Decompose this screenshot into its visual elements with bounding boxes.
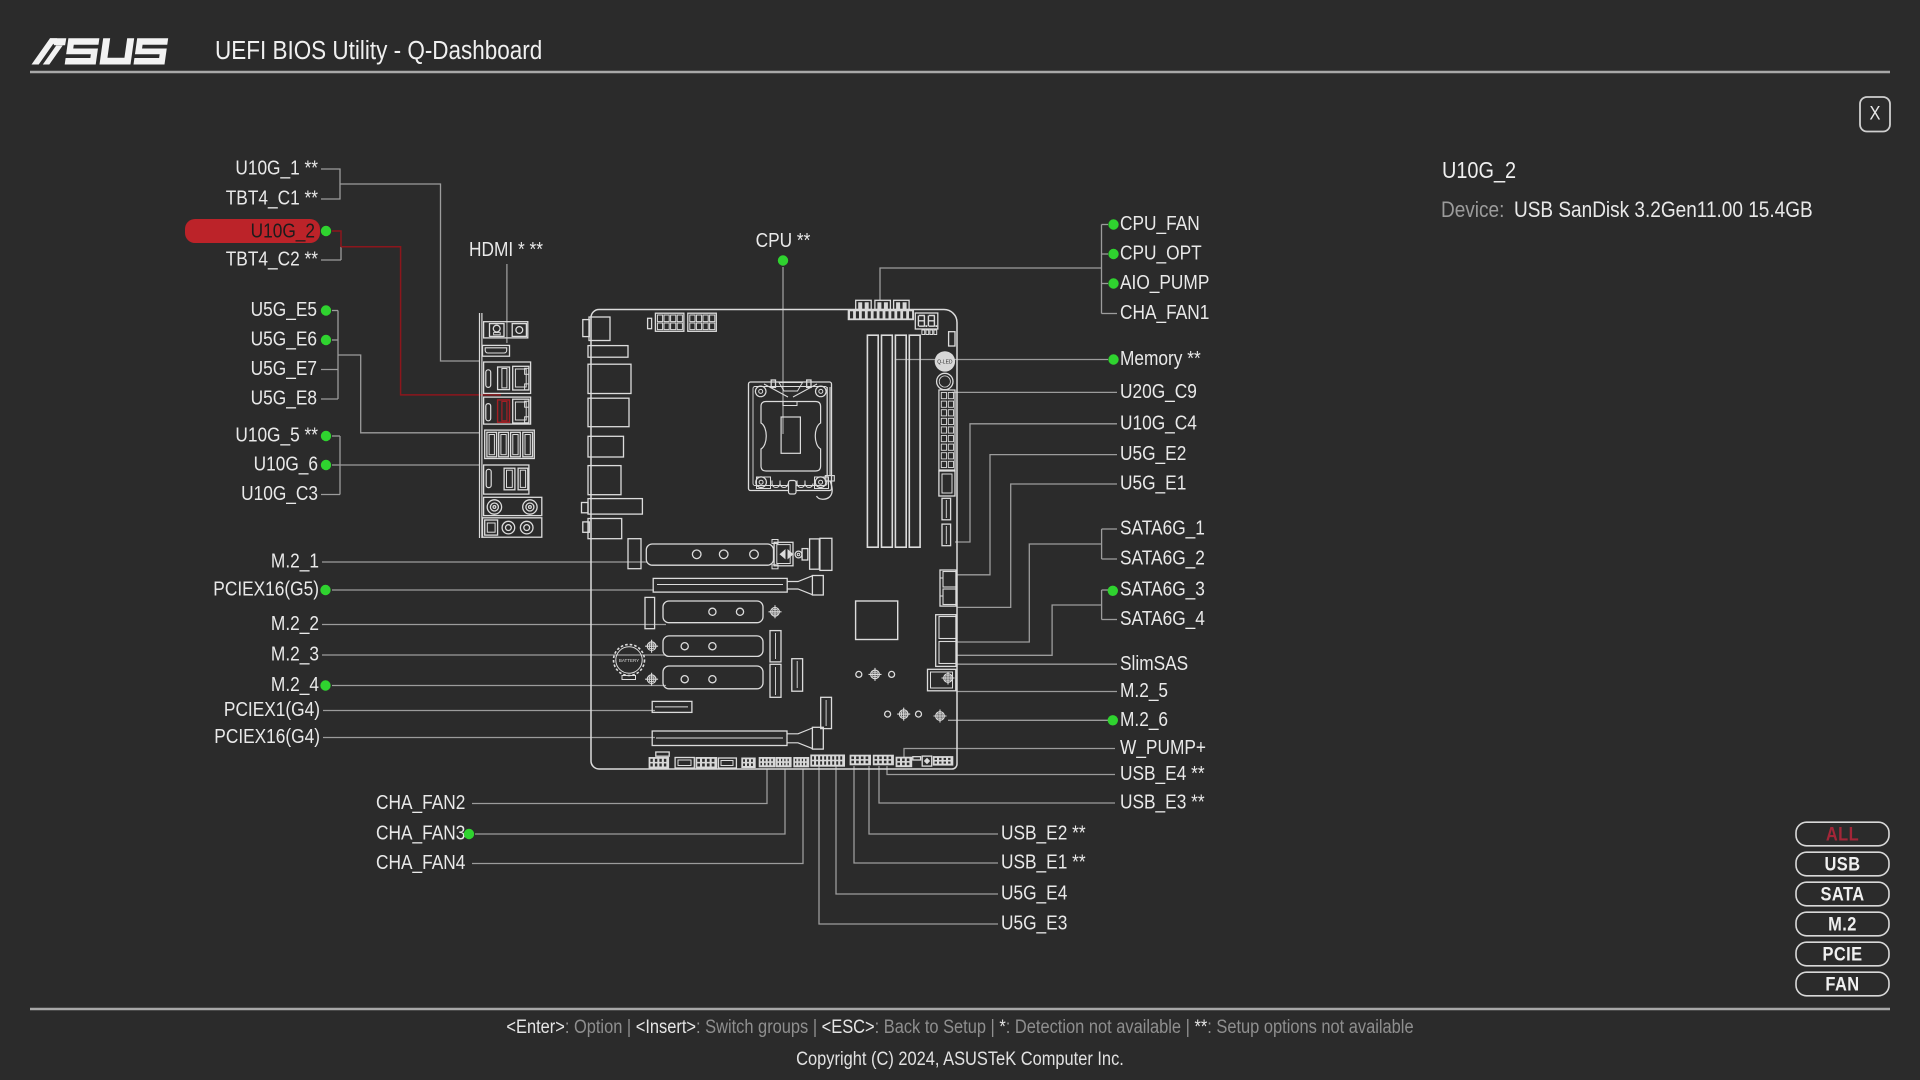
svg-text:M.2_5: M.2_5	[1120, 679, 1168, 703]
svg-text:BATTERY: BATTERY	[619, 658, 639, 663]
svg-text:Copyright (C) 2024, ASUSTeK Co: Copyright (C) 2024, ASUSTeK Computer Inc…	[796, 1048, 1124, 1069]
svg-text:ALL: ALL	[1826, 823, 1859, 844]
svg-text:U5G_E5: U5G_E5	[251, 298, 317, 322]
svg-text:USB_E2 **: USB_E2 **	[1001, 821, 1086, 845]
svg-text:U5G_E4: U5G_E4	[1001, 881, 1067, 905]
svg-text:U10G_5 **: U10G_5 **	[235, 423, 318, 447]
svg-text:M.2_2: M.2_2	[271, 612, 319, 636]
svg-text:U10G_2: U10G_2	[1442, 158, 1516, 184]
svg-text:U10G_6: U10G_6	[254, 452, 318, 476]
svg-text:TBT4_C2 **: TBT4_C2 **	[226, 247, 318, 271]
svg-text:Q-LED: Q-LED	[937, 359, 953, 365]
svg-text:U5G_E2: U5G_E2	[1120, 442, 1186, 466]
svg-text:USB_E3 **: USB_E3 **	[1120, 790, 1205, 814]
svg-text:Device:: Device:	[1441, 198, 1504, 223]
svg-text:U5G_E6: U5G_E6	[251, 327, 317, 351]
svg-text:U5G_E1: U5G_E1	[1120, 471, 1186, 495]
svg-text:CHA_FAN1: CHA_FAN1	[1120, 301, 1209, 325]
svg-text:U5G_E7: U5G_E7	[251, 357, 317, 381]
svg-text:PCIE: PCIE	[1822, 943, 1862, 964]
svg-text:U10G_1 **: U10G_1 **	[235, 156, 318, 180]
svg-text:M.2_6: M.2_6	[1120, 708, 1168, 732]
svg-text:U10G_2: U10G_2	[251, 219, 315, 243]
svg-text:SlimSAS: SlimSAS	[1120, 652, 1188, 674]
svg-text:U5G_E3: U5G_E3	[1001, 911, 1067, 935]
svg-text:USB: USB	[1825, 853, 1861, 874]
svg-text:U20G_C9: U20G_C9	[1120, 380, 1197, 404]
svg-text:CPU_FAN: CPU_FAN	[1120, 212, 1200, 236]
svg-text:UEFI BIOS Utility - Q-Dashboar: UEFI BIOS Utility - Q-Dashboard	[215, 37, 542, 66]
svg-text:M.2: M.2	[1828, 913, 1857, 934]
svg-text:<Enter>: Option | <Insert>:: <Enter>: Option | <Insert>: Switch group…	[506, 1016, 1413, 1037]
svg-text:TBT4_C1 **: TBT4_C1 **	[226, 186, 318, 210]
svg-text:HDMI * **: HDMI * **	[469, 238, 543, 260]
svg-text:M.2_4: M.2_4	[271, 673, 319, 697]
svg-text:U10G_C3: U10G_C3	[241, 482, 318, 506]
svg-text:W_PUMP+: W_PUMP+	[1120, 736, 1206, 760]
svg-text:SATA: SATA	[1820, 883, 1864, 904]
svg-text:PCIEX16(G4): PCIEX16(G4)	[214, 725, 320, 747]
svg-text:CPU **: CPU **	[756, 229, 811, 251]
svg-text:SATA6G_1: SATA6G_1	[1120, 516, 1205, 540]
svg-text:USB_E1 **: USB_E1 **	[1001, 850, 1086, 874]
svg-text:PCIEX16(G5): PCIEX16(G5)	[213, 577, 319, 599]
svg-text:M.2_3: M.2_3	[271, 642, 319, 666]
svg-text:M.2_1: M.2_1	[271, 549, 319, 573]
svg-text:SATA6G_2: SATA6G_2	[1120, 546, 1205, 570]
svg-text:U5G_E8: U5G_E8	[251, 386, 317, 410]
svg-text:USB_E4 **: USB_E4 **	[1120, 762, 1205, 786]
svg-text:SATA6G_4: SATA6G_4	[1120, 607, 1205, 631]
svg-text:CHA_FAN4: CHA_FAN4	[376, 851, 465, 875]
svg-text:Memory **: Memory **	[1120, 347, 1201, 369]
svg-text:USB SanDisk 3.2Gen11.00 15.4GB: USB SanDisk 3.2Gen11.00 15.4GB	[1514, 198, 1813, 223]
svg-text:PCIEX1(G4): PCIEX1(G4)	[224, 698, 320, 720]
svg-text:FAN: FAN	[1825, 973, 1859, 994]
svg-text:U10G_C4: U10G_C4	[1120, 411, 1197, 435]
svg-text:CPU_OPT: CPU_OPT	[1120, 241, 1202, 265]
svg-text:SATA6G_3: SATA6G_3	[1120, 577, 1205, 601]
svg-text:AIO_PUMP: AIO_PUMP	[1120, 271, 1209, 295]
svg-text:CHA_FAN2: CHA_FAN2	[376, 791, 465, 815]
svg-text:CHA_FAN3: CHA_FAN3	[376, 821, 465, 845]
svg-text:X: X	[1870, 102, 1881, 123]
